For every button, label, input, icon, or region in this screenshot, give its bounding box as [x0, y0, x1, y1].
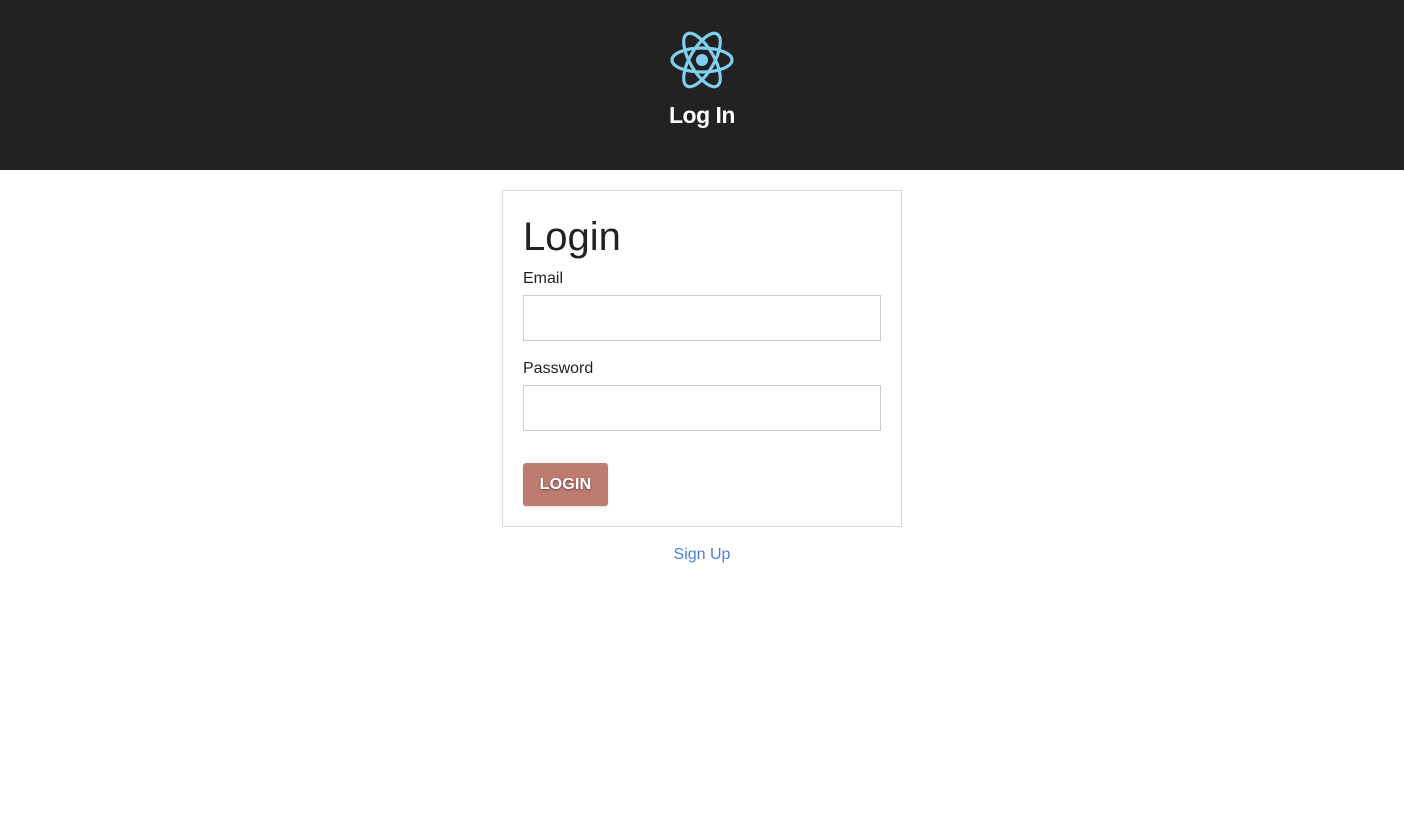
app-header: Log In: [0, 0, 1404, 170]
signup-link[interactable]: Sign Up: [674, 546, 731, 563]
email-label: Email: [523, 270, 564, 287]
password-input[interactable]: [523, 385, 881, 431]
email-input[interactable]: [523, 295, 881, 341]
login-form-title: Login: [523, 215, 621, 259]
login-card: Login Email Password LOGIN: [502, 190, 902, 527]
password-label: Password: [523, 360, 594, 377]
react-atom-icon: [669, 28, 735, 92]
login-button[interactable]: LOGIN: [523, 463, 608, 506]
header-title: Log In: [669, 102, 735, 128]
signup-link-row: Sign Up: [0, 544, 1404, 566]
